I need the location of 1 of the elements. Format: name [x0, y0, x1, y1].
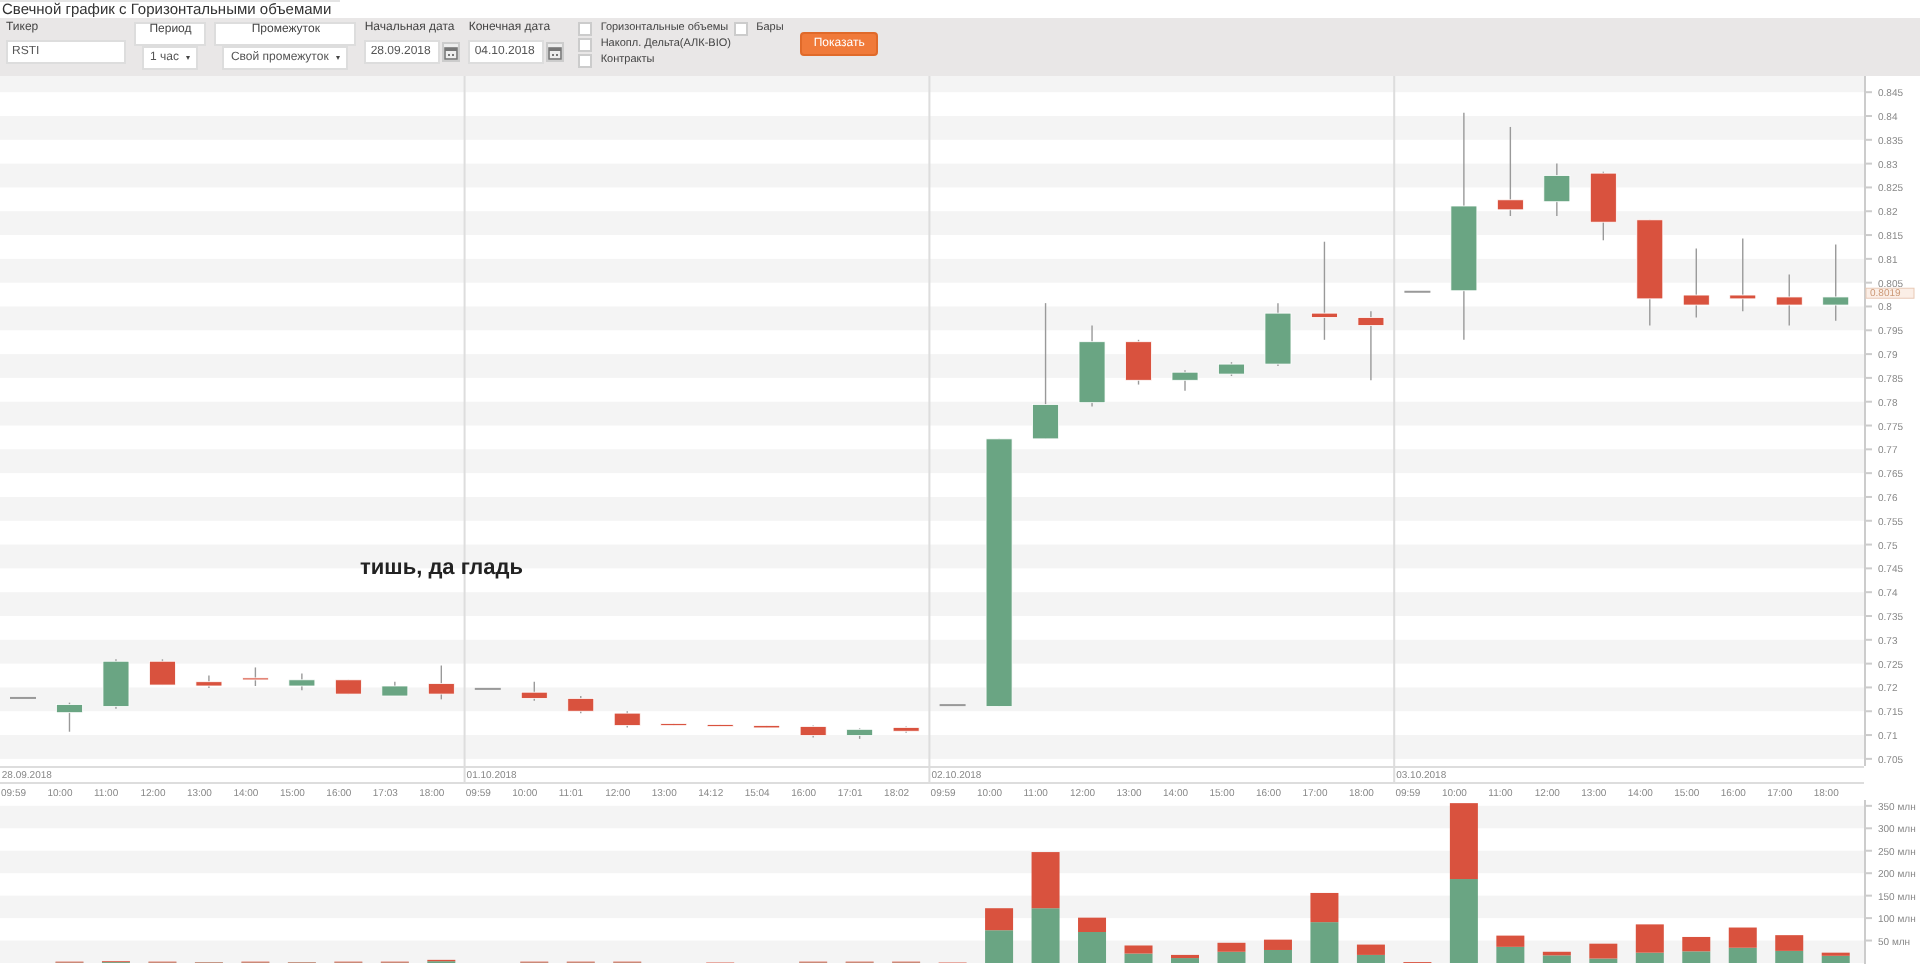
annotation-text: тишь, да гладь [360, 556, 524, 580]
